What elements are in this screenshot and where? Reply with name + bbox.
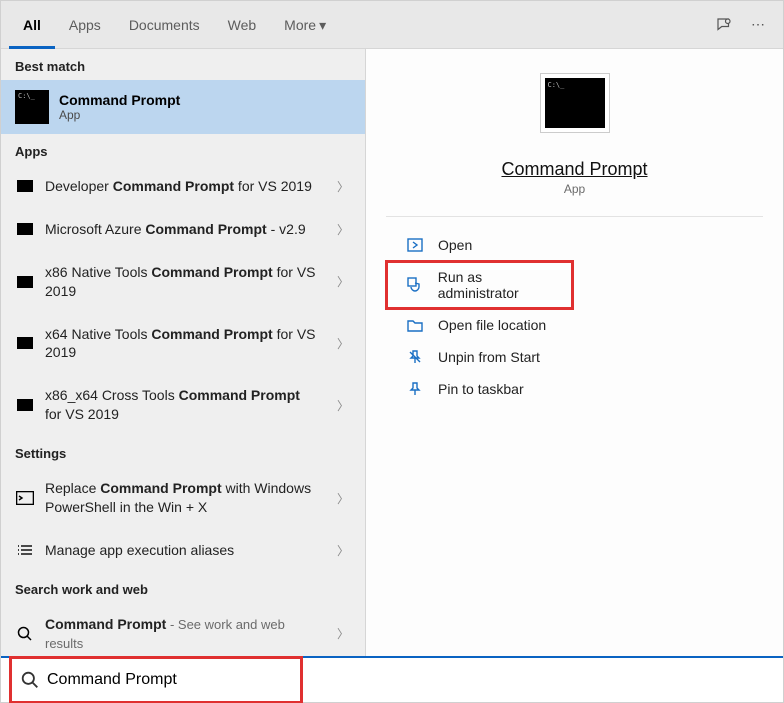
results-pane: Best match C:\_ Command Prompt App Apps … (1, 49, 366, 656)
action-pin-taskbar[interactable]: Pin to taskbar (386, 373, 763, 405)
action-label: Pin to taskbar (438, 381, 524, 397)
search-bar (1, 656, 783, 702)
section-best-match: Best match (1, 49, 365, 80)
detail-title[interactable]: Command Prompt (366, 159, 783, 180)
section-apps: Apps (1, 134, 365, 165)
detail-pane: C:\_ Command Prompt App Open Run as admi… (366, 49, 783, 656)
action-open[interactable]: Open (386, 229, 763, 261)
section-work-web: Search work and web (1, 572, 365, 603)
app-icon (15, 274, 35, 290)
pin-icon (406, 381, 424, 397)
app-result[interactable]: Developer Command Prompt for VS 2019 〉 (1, 165, 365, 208)
chevron-right-icon[interactable]: 〉 (329, 273, 357, 290)
folder-icon (406, 318, 424, 332)
action-open-location[interactable]: Open file location (386, 309, 763, 341)
tab-all[interactable]: All (9, 1, 55, 49)
app-result[interactable]: x86_x64 Cross Tools Command Prompt for V… (1, 374, 365, 436)
terminal-swap-icon (15, 490, 35, 506)
action-label: Open file location (438, 317, 546, 333)
tab-apps[interactable]: Apps (55, 1, 115, 49)
app-icon (15, 335, 35, 351)
chevron-right-icon[interactable]: 〉 (329, 335, 357, 352)
detail-subtitle: App (366, 182, 783, 196)
chevron-down-icon: ▾ (319, 17, 326, 33)
best-match-item[interactable]: C:\_ Command Prompt App (1, 80, 365, 134)
action-run-admin[interactable]: Run as administrator (386, 261, 573, 309)
action-label: Open (438, 237, 472, 253)
settings-result[interactable]: Replace Command Prompt with Windows Powe… (1, 467, 365, 529)
chevron-right-icon[interactable]: 〉 (329, 397, 357, 414)
tab-web[interactable]: Web (214, 1, 271, 49)
section-settings: Settings (1, 436, 365, 467)
settings-result[interactable]: Manage app execution aliases 〉 (1, 529, 365, 572)
app-result[interactable]: x86 Native Tools Command Prompt for VS 2… (1, 251, 365, 313)
search-icon (15, 626, 35, 642)
action-label: Unpin from Start (438, 349, 540, 365)
action-unpin-start[interactable]: Unpin from Start (386, 341, 763, 373)
chevron-right-icon[interactable]: 〉 (329, 625, 357, 642)
search-input[interactable] (41, 671, 297, 689)
tab-documents[interactable]: Documents (115, 1, 214, 49)
action-label: Run as administrator (438, 269, 565, 301)
app-result[interactable]: Microsoft Azure Command Prompt - v2.9 〉 (1, 208, 365, 251)
search-icon (19, 671, 41, 689)
web-result[interactable]: Command Prompt - See work and web result… (1, 603, 365, 653)
detail-app-icon: C:\_ (540, 73, 610, 133)
unpin-icon (406, 349, 424, 365)
best-match-title: Command Prompt (59, 92, 180, 108)
admin-shield-icon (406, 277, 424, 293)
chevron-right-icon[interactable]: 〉 (329, 221, 357, 238)
list-icon (15, 542, 35, 558)
open-icon (406, 238, 424, 252)
app-icon (15, 221, 35, 237)
feedback-icon[interactable] (707, 1, 741, 49)
app-icon (15, 178, 35, 194)
app-icon (15, 397, 35, 413)
chevron-right-icon[interactable]: 〉 (329, 542, 357, 559)
filter-tabs: All Apps Documents Web More▾ ⋯ (1, 1, 783, 49)
search-box-highlight (11, 658, 301, 702)
chevron-right-icon[interactable]: 〉 (329, 178, 357, 195)
more-options-icon[interactable]: ⋯ (741, 1, 775, 49)
tab-more[interactable]: More▾ (270, 1, 340, 49)
chevron-right-icon[interactable]: 〉 (329, 490, 357, 507)
divider (386, 216, 763, 217)
cmd-icon: C:\_ (15, 90, 49, 124)
best-match-subtitle: App (59, 108, 180, 122)
app-result[interactable]: x64 Native Tools Command Prompt for VS 2… (1, 313, 365, 375)
